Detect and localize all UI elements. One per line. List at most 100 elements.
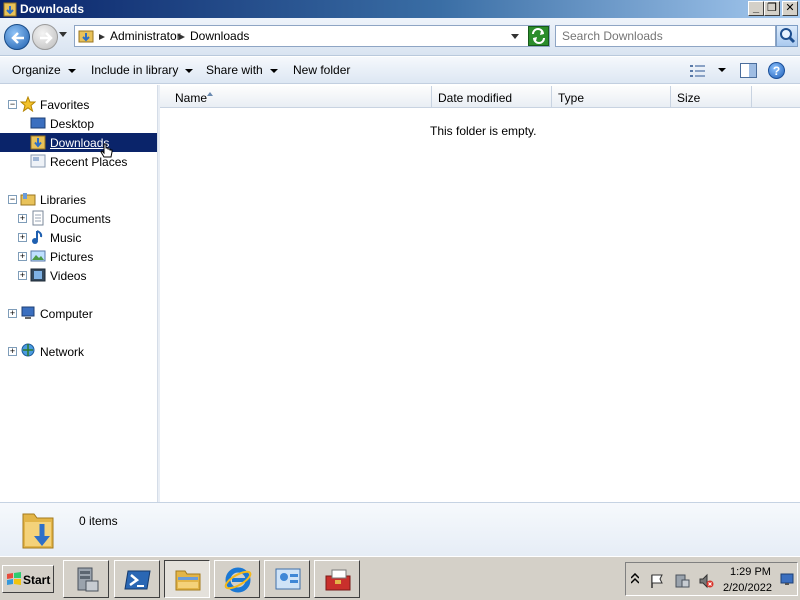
forward-button[interactable]	[32, 24, 58, 50]
nav-documents[interactable]: + Documents	[0, 209, 157, 228]
share-with-label: Share with	[206, 63, 263, 77]
column-size[interactable]: Size	[671, 86, 752, 108]
nav-pictures-label: Pictures	[50, 250, 94, 264]
expand-icon[interactable]: +	[18, 252, 27, 261]
nav-favorites[interactable]: − Favorites	[0, 95, 157, 114]
chevron-right-icon[interactable]	[179, 34, 185, 40]
refresh-button[interactable]	[528, 26, 549, 46]
nav-recent-places-label: Recent Places	[50, 155, 128, 169]
nav-downloads[interactable]: Downloads	[0, 133, 157, 152]
search-button[interactable]	[776, 25, 798, 47]
start-button[interactable]: Start	[2, 565, 54, 593]
volume-muted-icon[interactable]	[698, 573, 714, 589]
new-folder-button[interactable]: New folder	[293, 63, 350, 77]
computer-icon	[21, 306, 35, 319]
show-hidden-icons-icon[interactable]	[631, 573, 639, 585]
action-center-flag-icon[interactable]	[649, 573, 665, 589]
collapse-icon[interactable]: −	[8, 195, 17, 204]
nav-recent-places[interactable]: Recent Places	[0, 152, 157, 171]
search-input[interactable]	[555, 25, 776, 47]
expand-icon[interactable]: +	[8, 347, 17, 356]
minimize-button[interactable]: _	[748, 1, 764, 16]
nav-desktop-label: Desktop	[50, 117, 95, 131]
nav-desktop[interactable]: Desktop	[0, 114, 157, 133]
downloads-folder-icon	[30, 135, 46, 150]
taskbar-internet-explorer[interactable]	[214, 560, 260, 598]
chevron-down-icon	[269, 68, 278, 73]
nav-music[interactable]: + Music	[0, 228, 157, 247]
expand-icon[interactable]: +	[8, 309, 17, 318]
breadcrumb-administrator[interactable]: Administrator	[110, 29, 181, 43]
recent-places-icon	[30, 154, 46, 168]
star-icon	[20, 96, 36, 112]
command-bar: Organize Include in library Share with N…	[0, 57, 800, 84]
help-icon[interactable]: ?	[768, 62, 785, 79]
column-date-modified[interactable]: Date modified	[432, 86, 552, 108]
taskbar-toolbox[interactable]	[314, 560, 360, 598]
refresh-icon	[532, 28, 545, 44]
pictures-icon	[30, 250, 46, 262]
clock-date[interactable]: 2/20/2022	[723, 582, 772, 594]
navigation-pane: − Favorites Desktop Downloads Recent Pla…	[0, 85, 157, 502]
details-pane: 0 items	[0, 502, 800, 556]
start-label: Start	[23, 573, 51, 587]
taskbar-control-panel[interactable]	[264, 560, 310, 598]
include-in-library-button[interactable]: Include in library	[91, 63, 194, 77]
window-title: Downloads	[20, 2, 85, 16]
sort-ascending-icon	[207, 92, 213, 96]
address-bar[interactable]: Administrator Downloads	[74, 25, 550, 47]
column-name[interactable]: Name	[160, 86, 432, 108]
nav-network[interactable]: + Network	[0, 342, 157, 361]
column-header: Name Date modified Type Size	[160, 86, 800, 108]
videos-icon	[30, 268, 46, 282]
views-dropdown-icon[interactable]	[718, 68, 726, 72]
chevron-right-icon[interactable]	[99, 34, 105, 40]
breadcrumb-downloads[interactable]: Downloads	[190, 29, 249, 43]
server-tray-icon[interactable]	[674, 573, 690, 589]
show-desktop-icon[interactable]	[780, 572, 794, 586]
close-button[interactable]: ✕	[782, 1, 798, 16]
title-bar: Downloads _ ❐ ✕	[0, 0, 800, 18]
empty-folder-message: This folder is empty.	[430, 124, 537, 138]
column-type[interactable]: Type	[552, 86, 671, 108]
nav-pictures[interactable]: + Pictures	[0, 247, 157, 266]
recent-pages-dropdown-icon[interactable]	[59, 32, 67, 38]
folder-icon	[3, 2, 17, 17]
back-button[interactable]	[4, 24, 30, 50]
expand-icon[interactable]: +	[18, 214, 27, 223]
address-dropdown-icon[interactable]	[511, 34, 519, 40]
control-panel-icon	[275, 568, 301, 590]
toolbox-icon	[325, 569, 351, 591]
taskbar-powershell[interactable]	[114, 560, 160, 598]
nav-documents-label: Documents	[50, 212, 111, 226]
organize-button[interactable]: Organize	[12, 63, 76, 77]
expand-icon[interactable]: +	[18, 233, 27, 242]
views-icon[interactable]	[690, 64, 706, 78]
nav-computer-label: Computer	[40, 307, 93, 321]
nav-music-label: Music	[50, 231, 82, 245]
restore-button[interactable]: ❐	[764, 1, 780, 16]
downloads-folder-icon	[22, 513, 54, 549]
forward-arrow-icon	[40, 32, 53, 44]
nav-videos[interactable]: + Videos	[0, 266, 157, 285]
server-manager-icon	[77, 567, 99, 592]
nav-videos-label: Videos	[50, 269, 87, 283]
nav-computer[interactable]: + Computer	[0, 304, 157, 323]
system-tray: 1:29 PM 2/20/2022	[625, 562, 798, 596]
expand-icon[interactable]: +	[18, 271, 27, 280]
file-list: Name Date modified Type Size This folder…	[160, 85, 800, 502]
share-with-button[interactable]: Share with	[206, 63, 278, 77]
clock-time[interactable]: 1:29 PM	[730, 566, 771, 578]
internet-explorer-icon	[224, 567, 252, 593]
organize-label: Organize	[12, 63, 61, 77]
collapse-icon[interactable]: −	[8, 100, 17, 109]
chevron-down-icon	[67, 68, 76, 73]
item-count: 0 items	[79, 514, 118, 528]
preview-pane-icon[interactable]	[740, 63, 757, 78]
nav-libraries[interactable]: − Libraries	[0, 190, 157, 209]
taskbar-explorer[interactable]	[164, 560, 210, 598]
taskbar: Start 1:29 PM 2/20/2022	[0, 556, 800, 600]
taskbar-server-manager[interactable]	[63, 560, 109, 598]
chevron-down-icon	[185, 68, 194, 73]
hand-cursor-icon	[100, 143, 113, 158]
